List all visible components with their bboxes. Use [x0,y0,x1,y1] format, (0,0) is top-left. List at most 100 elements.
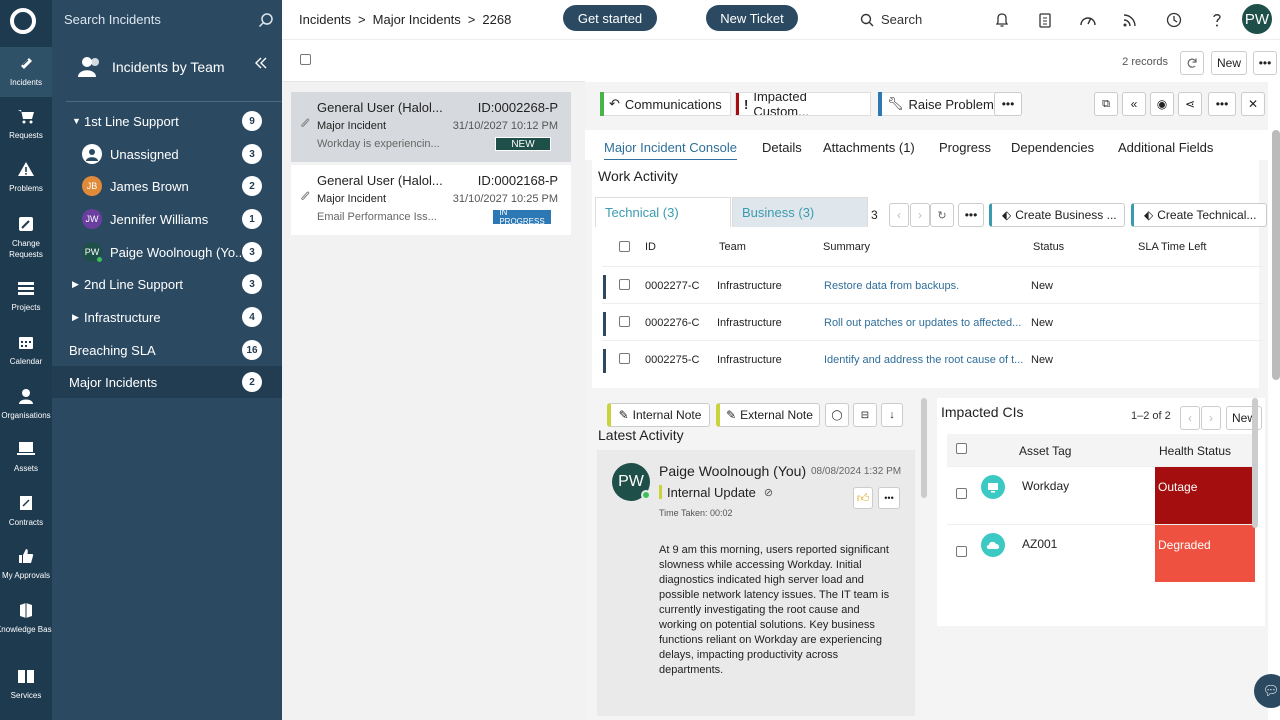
select-all-checkbox[interactable] [300,54,311,65]
rail-item-services[interactable]: Services [0,660,52,710]
row-checkbox[interactable] [619,316,630,327]
incident-card[interactable]: General User (Halol... ID:0002268-P Majo… [291,92,571,162]
new-record-button[interactable]: New [1211,51,1247,75]
download-button[interactable]: ↓ [881,403,903,427]
more-button[interactable]: ••• [1253,51,1277,75]
nav-item-jennifer-williams[interactable]: JW Jennifer Williams 1 [82,203,282,235]
internal-note-button[interactable]: ✎ Internal Note [607,403,710,427]
prev-page-button[interactable]: ‹ [1180,406,1200,430]
help-icon[interactable] [1207,10,1227,30]
next-page-button[interactable]: › [1201,406,1221,430]
activity-more-button[interactable]: ••• [878,487,900,509]
create-business-button[interactable]: ⬖ Create Business ... [989,203,1125,227]
rail-item-problems[interactable]: Problems [0,153,52,203]
table-row[interactable]: 0002275-C Infrastructure Identify and ad… [602,340,1264,377]
rail-item-organisations[interactable]: Organisations [0,380,52,430]
select-all-cis-checkbox[interactable] [956,443,967,454]
chat-support-button[interactable]: 💬︎ [1254,674,1280,708]
clock-icon[interactable] [1164,10,1184,30]
caret-right-icon[interactable]: ▶ [72,312,84,323]
rail-item-contracts[interactable]: Contracts [0,487,52,537]
bell-icon[interactable] [992,10,1012,30]
global-search[interactable]: Search [860,12,922,27]
share-button[interactable]: ⋖ [1178,92,1202,116]
nav-item-paige-woolnough[interactable]: PW Paige Woolnough (Yo... 3 [82,236,282,268]
rail-item-knowledge-base[interactable]: Knowledge Base [0,594,56,650]
next-page-button[interactable]: › [910,203,930,227]
app-logo[interactable] [10,8,36,34]
rail-item-requests[interactable]: Requests [0,100,52,150]
rss-icon[interactable] [1120,10,1140,30]
create-technical-button[interactable]: ⬖ Create Technical... [1131,203,1267,227]
rail-item-calendar[interactable]: Calendar [0,326,52,376]
nav-item-1st-line-support[interactable]: ▼ 1st Line Support 9 [72,105,282,137]
breadcrumb-incidents[interactable]: Incidents [299,12,351,27]
row-checkbox[interactable] [956,546,967,557]
rail-item-assets[interactable]: Assets [0,433,52,483]
open-new-window-button[interactable]: ⧉ [1094,92,1118,116]
raise-problem-button[interactable]: 🔧︎ Raise Problem [878,92,1003,116]
close-button[interactable]: ✕ [1241,92,1265,116]
nav-item-major-incidents[interactable]: Major Incidents 2 [52,366,282,398]
rail-item-change-requests[interactable]: Change Requests [0,208,52,262]
nav-item-2nd-line-support[interactable]: ▶ 2nd Line Support 3 [72,268,282,300]
tab-attachments[interactable]: Attachments (1) [823,140,915,155]
incident-card[interactable]: General User (Halol... ID:0002168-P Majo… [291,165,571,235]
scrollbar[interactable] [1252,398,1258,528]
ci-table-header: Asset Tag Health Status [947,434,1255,466]
row-checkbox[interactable] [619,353,630,364]
tab-additional-fields[interactable]: Additional Fields [1118,140,1213,155]
refresh-button[interactable] [1180,51,1204,75]
impacted-customers-button[interactable]: ! Impacted Custom... [735,92,871,116]
nav-item-breaching-sla[interactable]: Breaching SLA 16 [69,334,282,366]
tab-details[interactable]: Details [762,140,802,155]
rail-item-my-approvals[interactable]: My Approvals [0,540,52,590]
search-icon[interactable] [258,12,274,28]
collapse-panel-icon[interactable] [254,56,268,70]
more-actions-button[interactable]: ••• [994,92,1022,116]
table-row[interactable]: 0002277-C Infrastructure Restore data fr… [602,266,1264,303]
cell-summary-link[interactable]: Identify and address the root cause of t… [824,354,1024,366]
refresh-button[interactable]: ↻ [930,203,954,227]
cell-summary-link[interactable]: Roll out patches or updates to affected.… [824,317,1024,329]
table-row[interactable]: 0002276-C Infrastructure Roll out patche… [602,303,1264,340]
new-ticket-button[interactable]: New Ticket [706,5,798,31]
table-row[interactable]: AZ001 Degraded [947,524,1255,582]
nav-item-infrastructure[interactable]: ▶ Infrastructure 4 [72,301,282,333]
tab-progress[interactable]: Progress [939,140,991,155]
tab-dependencies[interactable]: Dependencies [1011,140,1094,155]
more-button[interactable]: ••• [958,203,984,227]
search-incidents-input[interactable]: Search Incidents [64,12,274,30]
prev-page-button[interactable]: ‹ [889,203,909,227]
row-checkbox[interactable] [619,279,630,290]
page-scrollbar[interactable] [1272,130,1280,380]
comment-button[interactable]: ◯ [825,403,849,427]
nav-item-unassigned[interactable]: Unassigned 3 [82,138,282,170]
tab-business[interactable]: Business (3) [732,197,868,227]
like-button[interactable]: 👍︎ [853,487,873,509]
watch-button[interactable]: ◉ [1150,92,1174,116]
row-checkbox[interactable] [956,488,967,499]
breadcrumb-major-incidents[interactable]: Major Incidents [373,12,461,27]
external-note-button[interactable]: ✎ External Note [716,403,820,427]
user-avatar[interactable]: PW [1242,4,1272,34]
minimize-button[interactable]: ⊟ [853,403,877,427]
tab-major-incident-console[interactable]: Major Incident Console [604,140,737,161]
scrollbar[interactable] [921,398,927,498]
get-started-button[interactable]: Get started [563,5,657,31]
communications-button[interactable]: ↶ Communications [600,92,731,116]
dashboard-icon[interactable] [1078,10,1098,30]
caret-right-icon[interactable]: ▶ [72,279,84,290]
caret-down-icon[interactable]: ▼ [72,116,84,126]
records-count: 2 records [1122,56,1168,68]
collapse-button[interactable]: « [1122,92,1146,116]
rail-item-projects[interactable]: Projects [0,272,52,322]
more-options-button[interactable]: ••• [1208,92,1236,116]
table-row[interactable]: Workday Outage [947,466,1255,524]
nav-item-james-brown[interactable]: JB James Brown 2 [82,170,282,202]
tab-technical[interactable]: Technical (3) [595,197,731,227]
clipboard-icon[interactable] [1035,10,1055,30]
cell-summary-link[interactable]: Restore data from backups. [824,280,1024,292]
select-all-tasks-checkbox[interactable] [619,241,630,252]
rail-item-incidents[interactable]: Incidents [0,47,52,97]
